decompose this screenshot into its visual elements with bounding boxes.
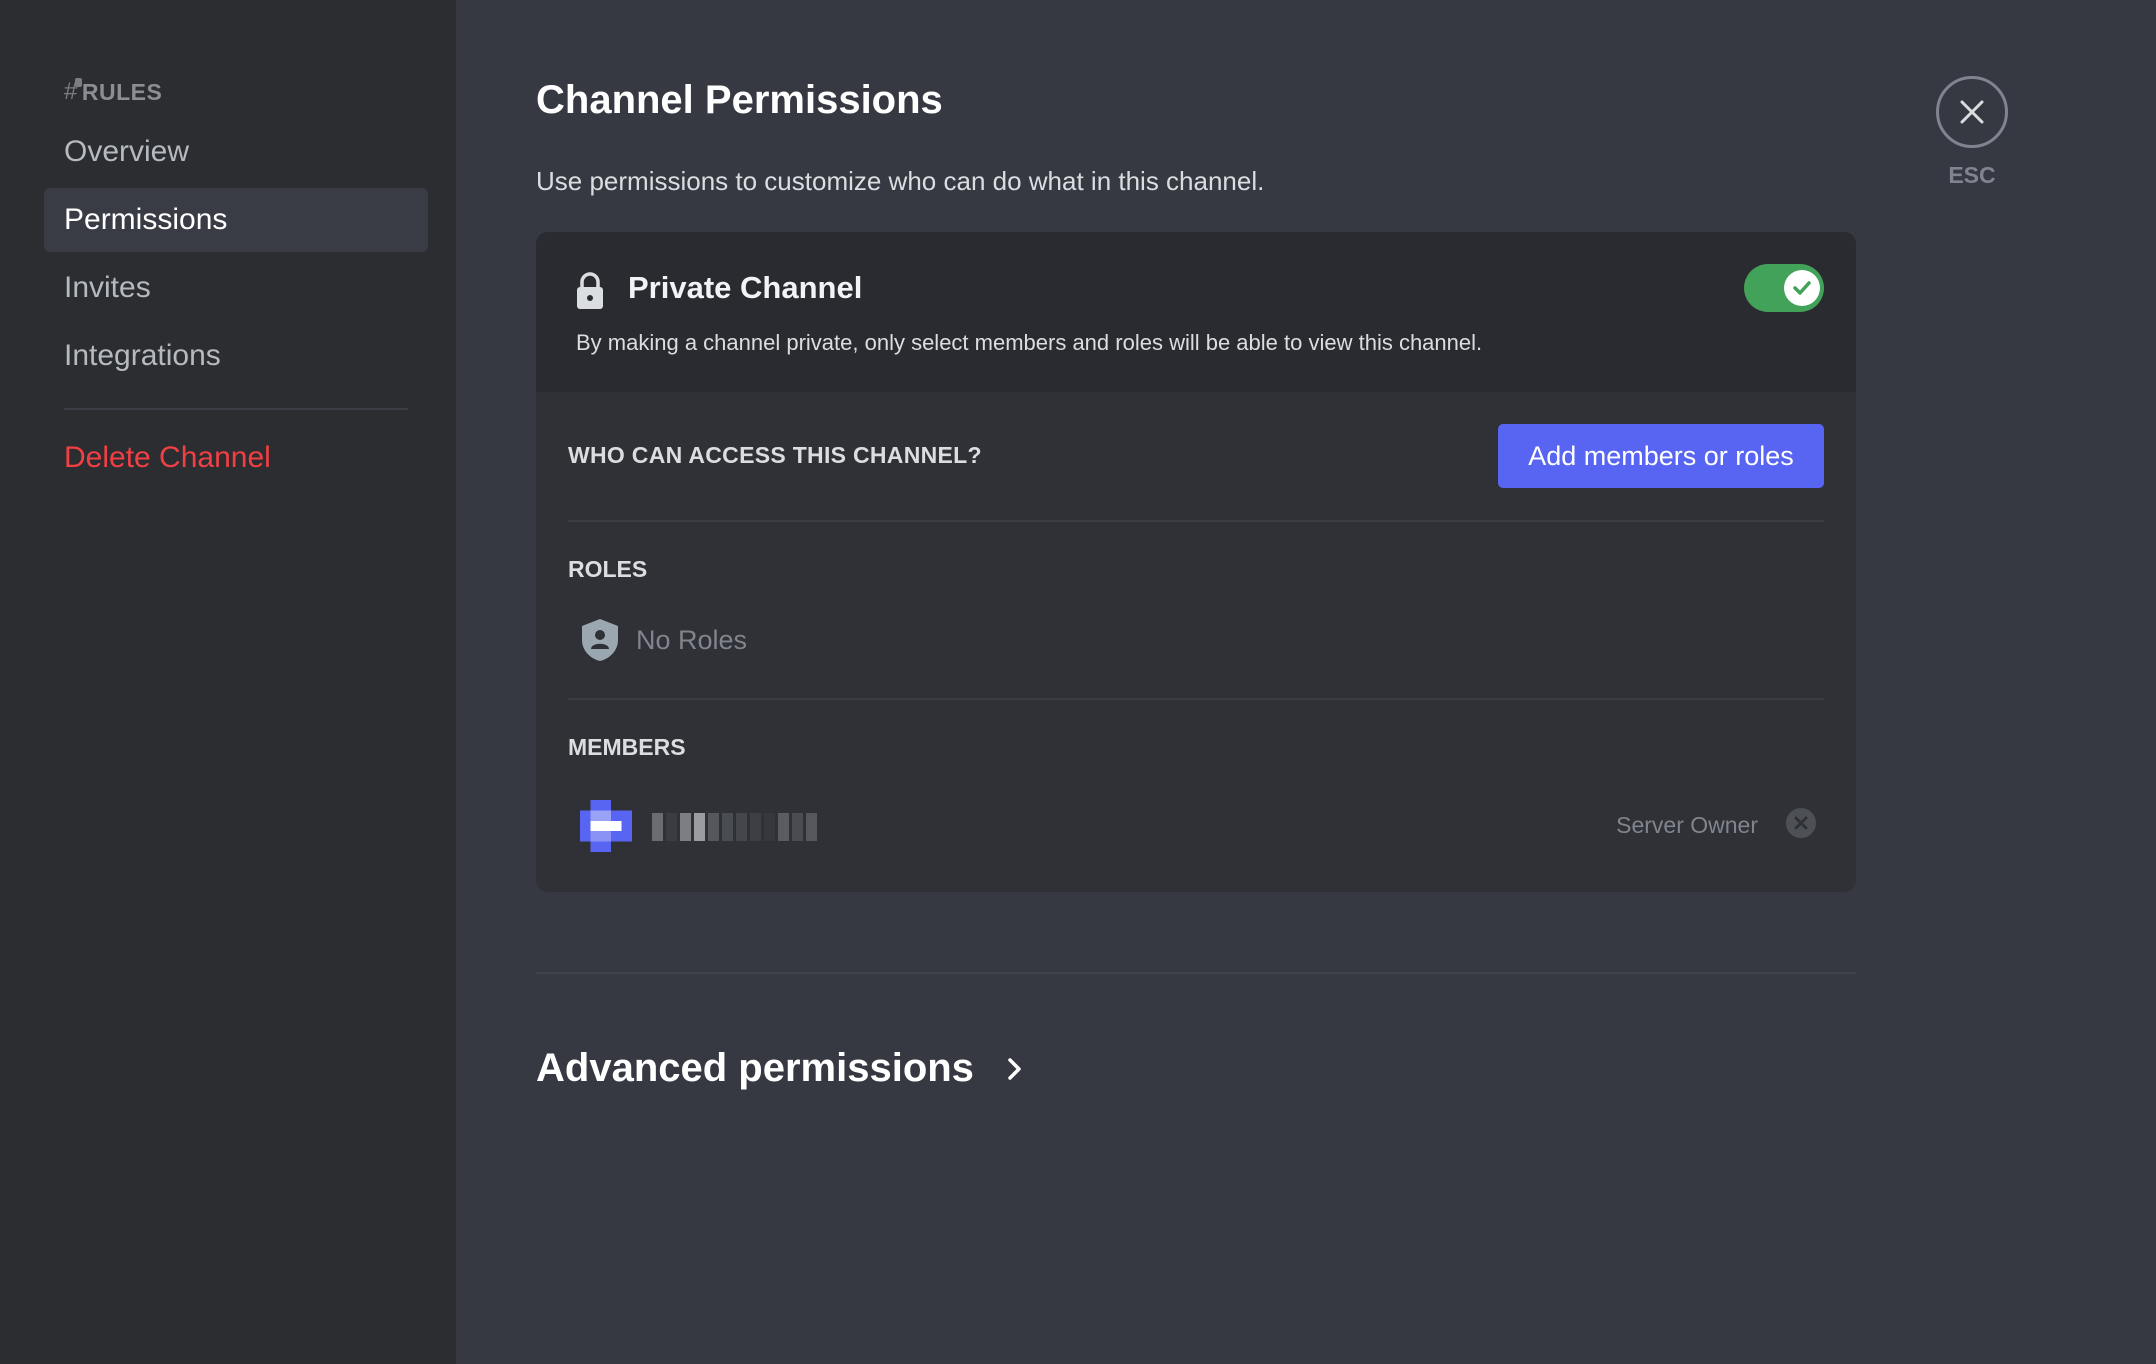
sidebar-item-integrations[interactable]: Integrations <box>44 324 428 388</box>
close-icon <box>1960 100 1984 124</box>
sidebar-header: # RULES <box>64 78 162 106</box>
chevron-right-icon <box>1008 1057 1021 1080</box>
settings-sidebar: # RULES Overview Permissions Invites Int… <box>0 0 456 1364</box>
sidebar-item-label: Overview <box>64 135 190 168</box>
add-members-or-roles-button[interactable]: Add members or roles <box>1498 424 1824 488</box>
roles-label: ROLES <box>568 556 648 582</box>
channel-name: RULES <box>81 78 163 105</box>
lock-icon <box>577 272 603 309</box>
sidebar-item-invites[interactable]: Invites <box>44 256 428 320</box>
access-label: WHO CAN ACCESS THIS CHANNEL? <box>568 442 982 468</box>
access-row: WHO CAN ACCESS THIS CHANNEL? Add members… <box>568 424 1824 488</box>
advanced-permissions-title: Advanced permissions <box>536 1046 974 1090</box>
member-name-redacted <box>652 812 817 842</box>
permissions-card: Private Channel By making a channel priv… <box>536 232 1856 892</box>
divider <box>568 698 1824 700</box>
checkmark-icon <box>1793 281 1811 295</box>
sidebar-item-label: Delete Channel <box>64 441 271 474</box>
role-shield-icon <box>582 619 618 661</box>
sidebar-item-overview[interactable]: Overview <box>44 120 428 184</box>
private-channel-hash-icon: # <box>64 78 82 106</box>
sidebar-item-label: Permissions <box>64 203 228 236</box>
sidebar-divider <box>64 408 408 410</box>
private-channel-section: Private Channel By making a channel priv… <box>536 232 1856 392</box>
advanced-permissions-link[interactable]: Advanced permissions <box>536 1046 1024 1091</box>
sidebar-item-delete-channel[interactable]: Delete Channel <box>44 426 428 490</box>
server-owner-tag: Server Owner <box>1616 812 1758 838</box>
sidebar-item-permissions[interactable]: Permissions <box>44 188 428 252</box>
private-channel-description: By making a channel private, only select… <box>576 330 1483 355</box>
remove-member-button[interactable] <box>1786 808 1816 838</box>
roles-empty-row: No Roles <box>580 618 747 662</box>
no-roles-text: No Roles <box>636 624 748 655</box>
avatar <box>580 800 632 852</box>
members-label: MEMBERS <box>568 734 686 760</box>
toggle-knob <box>1784 270 1820 306</box>
member-row: Server Owner <box>580 798 1816 854</box>
divider <box>568 520 1824 522</box>
page-description: Use permissions to customize who can do … <box>536 166 1265 196</box>
close-area: ESC <box>1936 76 2008 189</box>
private-channel-toggle[interactable] <box>1744 264 1824 312</box>
sidebar-item-label: Invites <box>64 271 151 304</box>
esc-label: ESC <box>1948 162 1996 188</box>
close-button[interactable] <box>1936 76 2008 148</box>
main-content: Channel Permissions Use permissions to c… <box>456 0 2156 1364</box>
page-title: Channel Permissions <box>536 78 943 122</box>
section-divider <box>536 972 1856 974</box>
sidebar-item-label: Integrations <box>64 339 221 372</box>
private-channel-title: Private Channel <box>628 270 863 305</box>
close-icon <box>1794 816 1808 830</box>
